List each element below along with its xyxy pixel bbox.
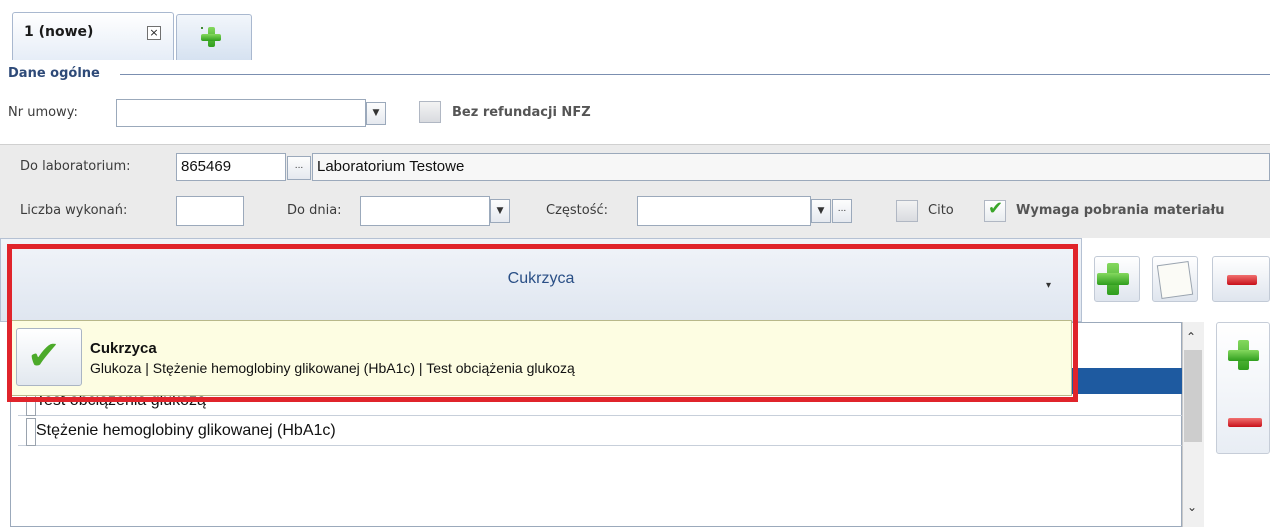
scrollbar-thumb[interactable] (1184, 350, 1202, 442)
scroll-up-icon[interactable]: ⌃ (1186, 330, 1196, 344)
plus-icon-bar (1228, 350, 1259, 361)
minus-icon (1228, 418, 1262, 427)
edit-set-button[interactable] (1152, 256, 1198, 302)
tab-label: 1 (nowe) (24, 24, 94, 40)
plus-icon-bar (1097, 273, 1129, 285)
lab-label: Do laboratorium: (20, 159, 131, 174)
lab-browse-button[interactable]: ... (287, 156, 311, 180)
cito-label: Cito (928, 203, 954, 218)
until-dropdown-button[interactable]: ▼ (490, 199, 510, 223)
frequency-label: Częstość: (546, 203, 609, 218)
contract-input[interactable] (116, 99, 366, 127)
frequency-dropdown-button[interactable]: ▼ (811, 199, 831, 223)
lab-code-value: 865469 (181, 158, 232, 175)
lab-name-value: Laboratorium Testowe (317, 158, 465, 175)
section-title: Dane ogólne (8, 66, 100, 81)
contract-label: Nr umowy: (8, 105, 78, 120)
add-test-button[interactable] (1226, 336, 1266, 376)
lab-name-field: Laboratorium Testowe (312, 153, 1270, 181)
sample-required-label: Wymaga pobrania materiału (1016, 203, 1225, 218)
contract-dropdown-button[interactable]: ▼ (366, 102, 386, 125)
plus-icon (201, 27, 221, 47)
no-refund-checkbox[interactable] (419, 101, 441, 123)
executions-label: Liczba wykonań: (20, 203, 128, 218)
remove-test-button[interactable] (1226, 404, 1266, 444)
until-label: Do dnia: (287, 203, 342, 218)
lab-code-input[interactable]: 865469 (176, 153, 286, 181)
add-set-button[interactable] (1094, 256, 1140, 302)
minus-icon (1227, 275, 1257, 285)
test-name: Stężenie hemoglobiny glikowanej (HbA1c) (36, 422, 336, 439)
executions-input[interactable] (176, 196, 244, 226)
highlight-frame (7, 244, 1078, 402)
no-refund-label: Bez refundacji NFZ (452, 105, 591, 120)
remove-set-button[interactable] (1212, 256, 1270, 302)
section-divider (120, 74, 1270, 75)
cito-checkbox[interactable] (896, 200, 918, 222)
row-handle (26, 418, 36, 446)
table-row[interactable]: Stężenie hemoglobiny glikowanej (HbA1c) (18, 418, 1182, 446)
checkmark-icon: ✔ (988, 198, 1004, 219)
add-tab-button[interactable] (176, 14, 252, 60)
close-tab-icon[interactable]: × (147, 26, 161, 40)
edit-document-icon (1156, 260, 1194, 300)
sample-required-checkbox[interactable]: ✔ (984, 198, 1006, 222)
frequency-input[interactable] (637, 196, 811, 226)
scroll-down-icon[interactable]: ⌄ (1187, 500, 1197, 514)
frequency-browse-button[interactable]: ... (832, 199, 852, 223)
until-date-input[interactable] (360, 196, 490, 226)
